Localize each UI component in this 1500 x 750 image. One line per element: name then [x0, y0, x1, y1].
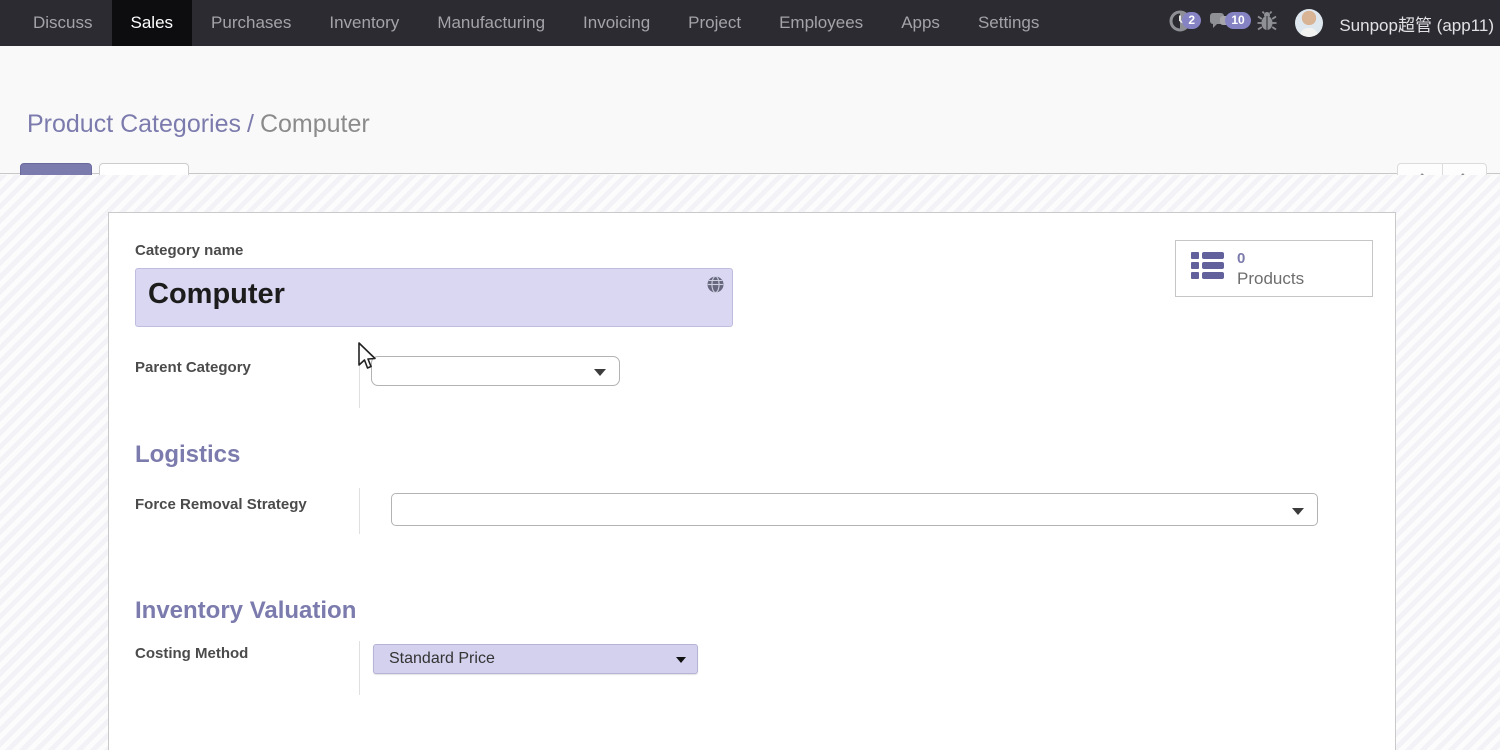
messages-menu[interactable]: 10 — [1209, 10, 1243, 36]
inventory-valuation-section-title: Inventory Valuation — [135, 597, 356, 625]
caret-down-icon — [1292, 508, 1304, 515]
nav-item-discuss[interactable]: Discuss — [14, 0, 112, 46]
category-name-input[interactable] — [135, 268, 733, 327]
breadcrumb-current: Computer — [260, 110, 370, 138]
nav-item-project[interactable]: Project — [669, 0, 760, 46]
nav-item-manufacturing[interactable]: Manufacturing — [418, 0, 564, 46]
debug-menu[interactable] — [1257, 10, 1281, 36]
user-menu[interactable]: Sunpop超管 (app11) — [1339, 11, 1494, 36]
nav-item-inventory[interactable]: Inventory — [310, 0, 418, 46]
breadcrumb-parent-link[interactable]: Product Categories — [27, 110, 241, 138]
caret-down-icon — [594, 369, 606, 376]
navbar-systray: 2 10 — [1169, 0, 1494, 46]
list-icon — [1191, 250, 1224, 287]
products-label: Products — [1237, 269, 1304, 289]
nav-item-sales[interactable]: Sales — [112, 0, 193, 46]
activity-count-badge: 2 — [1182, 12, 1201, 29]
top-navbar: Discuss Sales Purchases Inventory Manufa… — [0, 0, 1500, 46]
parent-category-combobox[interactable] — [371, 356, 620, 386]
activities-menu[interactable]: 2 — [1169, 10, 1195, 36]
nav-item-settings[interactable]: Settings — [959, 0, 1058, 46]
nav-item-purchases[interactable]: Purchases — [192, 0, 310, 46]
category-name-label: Category name — [135, 242, 243, 259]
costing-method-label: Costing Method — [135, 645, 248, 662]
nav-item-employees[interactable]: Employees — [760, 0, 882, 46]
nav-item-apps[interactable]: Apps — [882, 0, 959, 46]
globe-icon[interactable] — [707, 276, 724, 293]
label-field-separator — [359, 356, 360, 408]
products-stat-button[interactable]: 0 Products — [1175, 240, 1373, 297]
bug-icon — [1257, 10, 1277, 37]
logistics-section-title: Logistics — [135, 441, 240, 469]
force-removal-strategy-combobox[interactable] — [391, 493, 1318, 526]
label-field-separator — [359, 641, 360, 695]
costing-method-value: Standard Price — [389, 650, 495, 668]
nav-item-invoicing[interactable]: Invoicing — [564, 0, 669, 46]
products-count: 0 — [1237, 249, 1304, 269]
costing-method-select[interactable]: Standard Price — [373, 644, 698, 674]
parent-category-label: Parent Category — [135, 359, 251, 376]
form-sheet: Category name Parent Category Logistics … — [108, 212, 1396, 750]
label-field-separator — [359, 488, 360, 534]
breadcrumb-separator: / — [241, 110, 260, 138]
message-count-badge: 10 — [1225, 12, 1250, 29]
breadcrumb: Product Categories/Computer — [27, 110, 370, 139]
user-avatar[interactable] — [1295, 9, 1323, 37]
app-menu: Discuss Sales Purchases Inventory Manufa… — [0, 0, 1058, 46]
force-removal-strategy-label: Force Removal Strategy — [135, 496, 307, 513]
control-panel: Product Categories/Computer Save Discard… — [0, 46, 1500, 174]
caret-down-icon — [676, 657, 686, 663]
